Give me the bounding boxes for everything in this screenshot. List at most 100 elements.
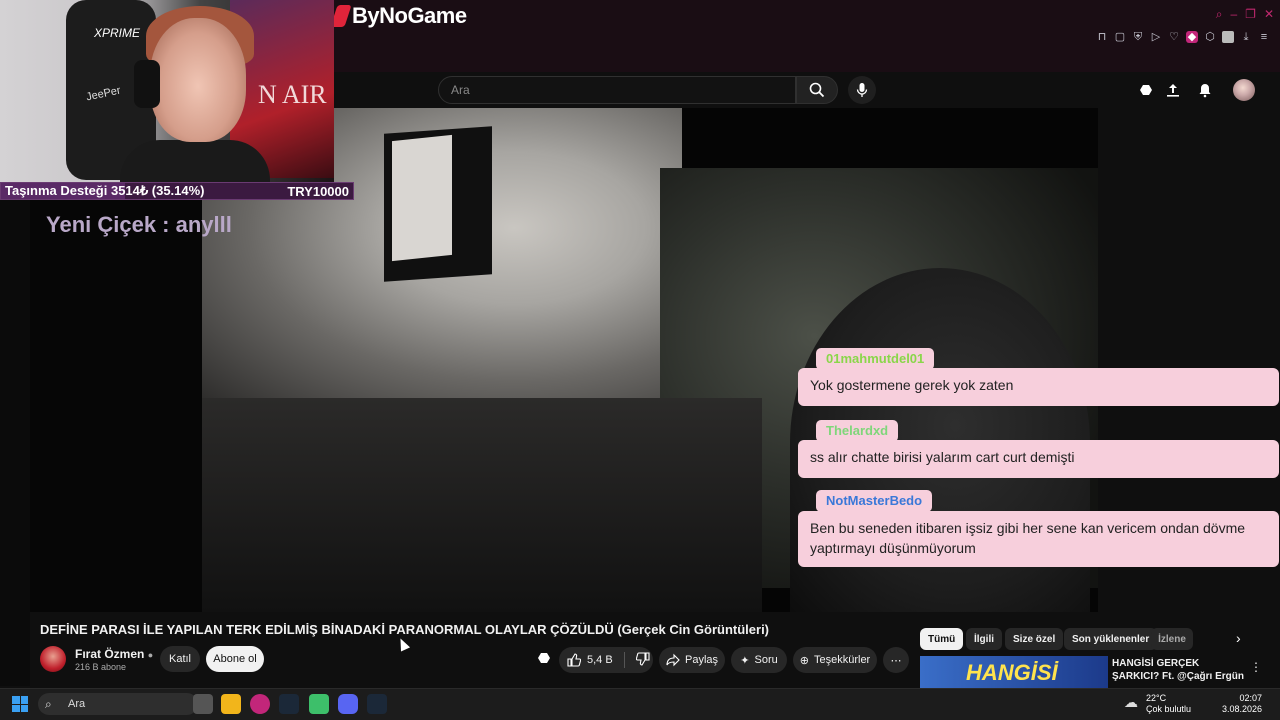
chips-next-icon[interactable]: › bbox=[1236, 630, 1241, 646]
restore-icon[interactable]: ❐ bbox=[1245, 7, 1256, 22]
ask-label: Soru bbox=[754, 654, 778, 666]
subscribe-button[interactable]: Abone ol bbox=[206, 646, 264, 672]
super-thanks-icon: ⊕ bbox=[799, 654, 809, 667]
mouse-cursor bbox=[395, 636, 411, 652]
sparkle-icon: ✦ bbox=[740, 654, 750, 667]
studio-action-button[interactable] bbox=[536, 650, 554, 668]
donation-label: Taşınma Desteği 3514₺ (35.14%) bbox=[5, 183, 205, 198]
thanks-button[interactable]: ⊕ Teşekkürler bbox=[793, 647, 877, 673]
search-icon[interactable]: ⌕ bbox=[1216, 7, 1223, 22]
upload-button[interactable] bbox=[1163, 80, 1183, 100]
search-input[interactable]: Ara bbox=[438, 76, 796, 104]
bell-icon bbox=[1199, 84, 1211, 98]
dislike-button[interactable] bbox=[635, 651, 650, 669]
like-count: 5,4 B bbox=[587, 654, 613, 666]
upload-icon bbox=[1167, 84, 1179, 97]
chat-message: Yok gostermene gerek yok zaten bbox=[798, 368, 1279, 406]
extension-icon[interactable]: ◆ bbox=[1186, 31, 1198, 43]
studio-icon bbox=[1140, 85, 1152, 95]
recommended-thumbnail[interactable]: HANGİSİ bbox=[920, 656, 1108, 688]
windows-start-icon[interactable] bbox=[12, 696, 28, 712]
chair-brand: XPRIME bbox=[94, 26, 141, 40]
channel-avatar[interactable] bbox=[40, 646, 66, 672]
download-icon[interactable]: ⤓ bbox=[1240, 31, 1252, 43]
puzzle-icon[interactable]: ⬡ bbox=[1204, 31, 1216, 43]
heart-icon[interactable]: ♡ bbox=[1168, 31, 1180, 43]
screenshot-icon[interactable]: ▢ bbox=[1114, 31, 1126, 43]
channel-name[interactable]: Fırat Özmen ● bbox=[75, 647, 153, 661]
system-clock[interactable]: 02:07 3.08.2026 bbox=[1222, 693, 1262, 715]
ask-button[interactable]: ✦ Soru bbox=[731, 647, 787, 673]
like-dislike-group: 5,4 B bbox=[559, 647, 653, 673]
window-controls[interactable]: ⌕ – ❐ ✕ bbox=[1216, 7, 1274, 22]
video-paper bbox=[392, 134, 452, 262]
more-actions-button[interactable]: ⋯ bbox=[883, 647, 909, 673]
file-explorer-icon[interactable] bbox=[221, 694, 241, 714]
chip-all[interactable]: Tümü bbox=[920, 628, 964, 650]
pin-icon[interactable]: ⊓ bbox=[1096, 31, 1108, 43]
thumbnail-text: HANGİSİ bbox=[966, 660, 1058, 685]
share-label: Paylaş bbox=[684, 654, 719, 666]
close-icon[interactable]: ✕ bbox=[1264, 7, 1274, 22]
screen: ByNoGame ⌕ – ❐ ✕ ⊓ ▢ ⛨ ▷ ♡ ◆ ⬡ ⤓ ≡ Ara N… bbox=[0, 0, 1280, 720]
streamer-face bbox=[150, 18, 246, 142]
microphone-icon bbox=[856, 83, 868, 97]
more-icon: ⋯ bbox=[890, 654, 902, 667]
studio-icon bbox=[538, 653, 550, 663]
video-title: DEFİNE PARASI İLE YAPILAN TERK EDİLMİŞ B… bbox=[40, 622, 770, 637]
recommended-title[interactable]: HANGİSİ GERÇEK ŞARKICI? Ft. @Çağrı Ergün bbox=[1112, 657, 1247, 683]
thumbs-up-icon bbox=[567, 653, 581, 667]
voice-search-button[interactable] bbox=[848, 76, 876, 104]
chat-username: NotMasterBedo bbox=[816, 490, 933, 512]
extension-toolbar: ⊓ ▢ ⛨ ▷ ♡ ◆ ⬡ ⤓ ≡ bbox=[1096, 29, 1270, 45]
brand-name: ByNoGame bbox=[352, 3, 467, 28]
weather-widget[interactable]: 22°C Çok bulutlu bbox=[1146, 693, 1191, 715]
shield-icon[interactable]: ⛨ bbox=[1132, 31, 1144, 43]
notifications-button[interactable] bbox=[1195, 80, 1215, 100]
chip-related[interactable]: İlgili bbox=[966, 628, 1002, 650]
thanks-label: Teşekkürler bbox=[813, 654, 871, 666]
chip-recent[interactable]: Son yüklenenler bbox=[1064, 628, 1158, 650]
share-icon bbox=[666, 653, 680, 667]
divider bbox=[623, 652, 625, 668]
menu-icon[interactable]: ≡ bbox=[1258, 31, 1270, 43]
bynogame-logo: ByNoGame bbox=[330, 2, 467, 30]
like-button[interactable]: 5,4 B bbox=[567, 653, 613, 667]
clock-time: 02:07 bbox=[1239, 693, 1263, 703]
search-button[interactable] bbox=[796, 76, 838, 104]
recommended-menu-icon[interactable]: ⋮ bbox=[1250, 660, 1262, 674]
donation-goal-bar: Taşınma Desteği 3514₺ (35.14%) TRY10000 bbox=[0, 182, 354, 200]
join-button[interactable]: Katıl bbox=[160, 646, 200, 672]
new-follower-alert: Yeni Çiçek : anylll bbox=[46, 212, 232, 237]
thumbs-down-icon bbox=[635, 651, 650, 666]
share-button[interactable]: Paylaş bbox=[659, 647, 725, 673]
task-view-icon[interactable] bbox=[193, 694, 213, 714]
channel-name-text: Fırat Özmen bbox=[75, 647, 145, 661]
minimize-icon[interactable]: – bbox=[1230, 7, 1237, 22]
poster-text: N AIR bbox=[258, 80, 327, 109]
side-strip bbox=[0, 200, 30, 686]
video-shadow bbox=[202, 398, 762, 612]
play-icon[interactable]: ▷ bbox=[1150, 31, 1162, 43]
chat-message: Ben bu seneden itibaren işsiz gibi her s… bbox=[798, 511, 1279, 567]
opera-gx-icon[interactable] bbox=[250, 694, 270, 714]
app-icon[interactable] bbox=[309, 694, 329, 714]
steam-icon-2[interactable] bbox=[367, 694, 387, 714]
account-avatar[interactable] bbox=[1233, 79, 1255, 101]
studio-button[interactable] bbox=[1136, 80, 1156, 100]
taskbar-search[interactable]: Ara bbox=[38, 693, 198, 715]
search-icon bbox=[809, 82, 825, 98]
profile-icon[interactable] bbox=[1222, 31, 1234, 43]
headset bbox=[134, 60, 160, 108]
donation-goal: TRY10000 bbox=[287, 183, 349, 199]
chip-watched[interactable]: İzlene bbox=[1151, 628, 1193, 650]
discord-icon[interactable] bbox=[338, 694, 358, 714]
chip-for-you[interactable]: Size özel bbox=[1005, 628, 1064, 650]
steam-icon[interactable] bbox=[279, 694, 299, 714]
subscriber-count: 216 B abone bbox=[75, 662, 127, 672]
search-icon: ⌕ bbox=[45, 697, 52, 711]
verified-icon: ● bbox=[147, 650, 154, 660]
weather-icon[interactable]: ☁ bbox=[1124, 694, 1138, 711]
temperature: 22°C bbox=[1146, 693, 1167, 703]
chat-username: 01mahmutdel01 bbox=[816, 348, 935, 370]
